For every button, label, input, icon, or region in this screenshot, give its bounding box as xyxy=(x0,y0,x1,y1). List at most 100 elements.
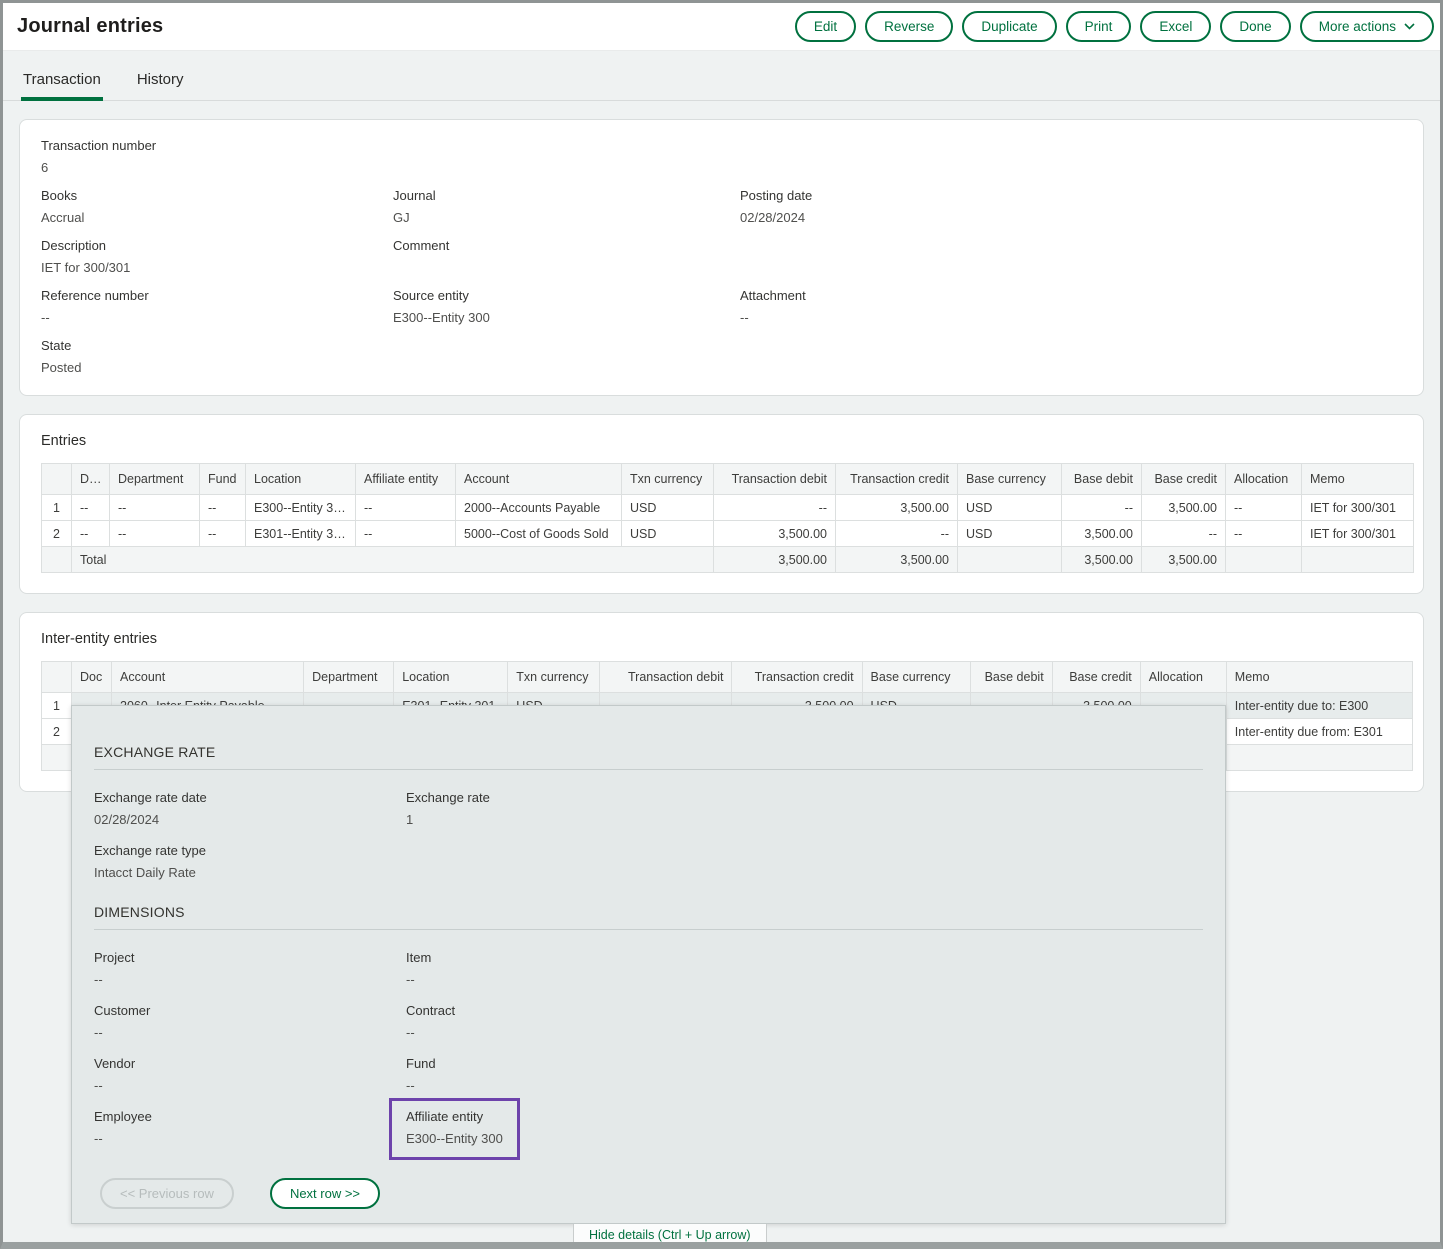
entries-row-1[interactable]: 1 -- -- -- E300--Entity 300 -- 2000--Acc… xyxy=(42,495,1414,521)
field-source-entity: Source entity E300--Entity 300 xyxy=(393,288,740,325)
col-transaction-debit: Transaction debit xyxy=(600,662,732,693)
dimensions-section-title: DIMENSIONS xyxy=(94,904,1203,930)
next-row-button[interactable]: Next row >> xyxy=(270,1178,380,1209)
field-affiliate-entity: Affiliate entity E300--Entity 300 xyxy=(406,1109,503,1146)
cell-base-currency: USD xyxy=(958,495,1062,521)
cell-base-debit: -- xyxy=(1062,495,1142,521)
col-location: Location xyxy=(246,464,356,495)
cell-rownum: 2 xyxy=(42,521,72,547)
row-navigation: << Previous row Next row >> xyxy=(100,1178,380,1209)
dimensions-grid: Project -- Item -- Customer -- Contract … xyxy=(94,950,1203,1148)
cell-base-credit: -- xyxy=(1142,521,1226,547)
cell-rownum xyxy=(42,547,72,573)
header-actions: Edit Reverse Duplicate Print Excel Done … xyxy=(795,11,1434,42)
entries-title: Entries xyxy=(41,433,1402,449)
col-transaction-credit: Transaction credit xyxy=(836,464,958,495)
cell-fund: -- xyxy=(200,495,246,521)
field-journal: Journal GJ xyxy=(393,188,740,225)
print-button[interactable]: Print xyxy=(1066,11,1132,42)
field-project: Project -- xyxy=(94,950,406,987)
tab-bar: Transaction History xyxy=(3,51,1440,101)
cell-total-memo xyxy=(1302,547,1414,573)
cell-account: 5000--Cost of Goods Sold xyxy=(456,521,622,547)
col-base-currency: Base currency xyxy=(862,662,970,693)
excel-button[interactable]: Excel xyxy=(1140,11,1211,42)
cell-location: E301--Entity 301 xyxy=(246,521,356,547)
row-details-panel: EXCHANGE RATE Exchange rate date 02/28/2… xyxy=(71,705,1226,1224)
field-item: Item -- xyxy=(406,950,1203,987)
col-base-currency: Base currency xyxy=(958,464,1062,495)
cell-account: 2000--Accounts Payable xyxy=(456,495,622,521)
field-books: Books Accrual xyxy=(41,188,393,225)
cell-total-transaction-debit: 3,500.00 xyxy=(714,547,836,573)
col-department: Department xyxy=(304,662,394,693)
tab-transaction[interactable]: Transaction xyxy=(21,71,103,101)
field-comment: Comment xyxy=(393,238,740,275)
transaction-details-grid: Transaction number 6 Books Accrual Journ… xyxy=(41,138,1402,375)
tab-history[interactable]: History xyxy=(135,71,186,100)
edit-button[interactable]: Edit xyxy=(795,11,856,42)
col-memo: Memo xyxy=(1302,464,1414,495)
col-department: Department xyxy=(110,464,200,495)
cell-department: -- xyxy=(110,495,200,521)
cell-transaction-credit: 3,500.00 xyxy=(836,495,958,521)
entries-total-row: Total 3,500.00 3,500.00 3,500.00 3,500.0… xyxy=(42,547,1414,573)
cell-memo: IET for 300/301 xyxy=(1302,521,1414,547)
col-location: Location xyxy=(394,662,508,693)
field-customer: Customer -- xyxy=(94,1003,406,1040)
more-actions-button[interactable]: More actions xyxy=(1300,11,1434,42)
field-fund: Fund -- xyxy=(406,1056,1203,1093)
hide-details-tab[interactable]: Hide details (Ctrl + Up arrow) xyxy=(573,1224,767,1246)
col-base-debit: Base debit xyxy=(970,662,1052,693)
entries-row-2[interactable]: 2 -- -- -- E301--Entity 301 -- 5000--Cos… xyxy=(42,521,1414,547)
cell-rownum: 2 xyxy=(42,719,72,745)
cell-affiliate-entity: -- xyxy=(356,521,456,547)
field-exchange-rate: Exchange rate 1 xyxy=(406,790,1203,827)
cell-transaction-debit: 3,500.00 xyxy=(714,521,836,547)
field-posting-date: Posting date 02/28/2024 xyxy=(740,188,1402,225)
previous-row-button[interactable]: << Previous row xyxy=(100,1178,234,1209)
cell-doc: -- xyxy=(72,521,110,547)
col-fund: Fund xyxy=(200,464,246,495)
col-doc: Doc xyxy=(72,662,112,693)
field-label: Transaction number xyxy=(41,138,393,153)
field-transaction-number: Transaction number 6 xyxy=(41,138,393,175)
cell-total-base-credit: 3,500.00 xyxy=(1142,547,1226,573)
field-exchange-rate-date: Exchange rate date 02/28/2024 xyxy=(94,790,406,827)
cell-allocation: -- xyxy=(1226,495,1302,521)
col-memo: Memo xyxy=(1226,662,1412,693)
field-attachment: Attachment -- xyxy=(740,288,1402,325)
col-base-credit: Base credit xyxy=(1052,662,1140,693)
col-txn-currency: Txn currency xyxy=(622,464,714,495)
field-employee: Employee -- xyxy=(94,1109,406,1148)
journal-entries-page: Journal entries Edit Reverse Duplicate P… xyxy=(0,0,1443,1249)
cell-txn-currency: USD xyxy=(622,495,714,521)
col-affiliate-entity: Affiliate entity xyxy=(356,464,456,495)
chevron-down-icon xyxy=(1404,23,1415,30)
cell-department: -- xyxy=(110,521,200,547)
cell-transaction-credit: -- xyxy=(836,521,958,547)
cell-rownum: 1 xyxy=(42,495,72,521)
entries-card: Entries Doc Department Fund Location Aff… xyxy=(19,414,1424,594)
inter-entity-title: Inter-entity entries xyxy=(41,631,1402,647)
page-header: Journal entries Edit Reverse Duplicate P… xyxy=(3,3,1440,51)
col-base-debit: Base debit xyxy=(1062,464,1142,495)
field-vendor: Vendor -- xyxy=(94,1056,406,1093)
cell-rownum: 1 xyxy=(42,693,72,719)
col-account: Account xyxy=(112,662,304,693)
field-contract: Contract -- xyxy=(406,1003,1203,1040)
duplicate-button[interactable]: Duplicate xyxy=(962,11,1056,42)
field-exchange-rate-type: Exchange rate type Intacct Daily Rate xyxy=(94,843,406,880)
cell-transaction-debit: -- xyxy=(714,495,836,521)
cell-total-memo xyxy=(1226,745,1412,771)
col-transaction-debit: Transaction debit xyxy=(714,464,836,495)
cell-affiliate-entity: -- xyxy=(356,495,456,521)
inter-entity-header-row: Doc Account Department Location Txn curr… xyxy=(42,662,1413,693)
reverse-button[interactable]: Reverse xyxy=(865,11,953,42)
entries-table: Doc Department Fund Location Affiliate e… xyxy=(41,463,1414,573)
col-txn-currency: Txn currency xyxy=(508,662,600,693)
col-base-credit: Base credit xyxy=(1142,464,1226,495)
done-button[interactable]: Done xyxy=(1220,11,1290,42)
cell-memo: IET for 300/301 xyxy=(1302,495,1414,521)
cell-base-credit: 3,500.00 xyxy=(1142,495,1226,521)
